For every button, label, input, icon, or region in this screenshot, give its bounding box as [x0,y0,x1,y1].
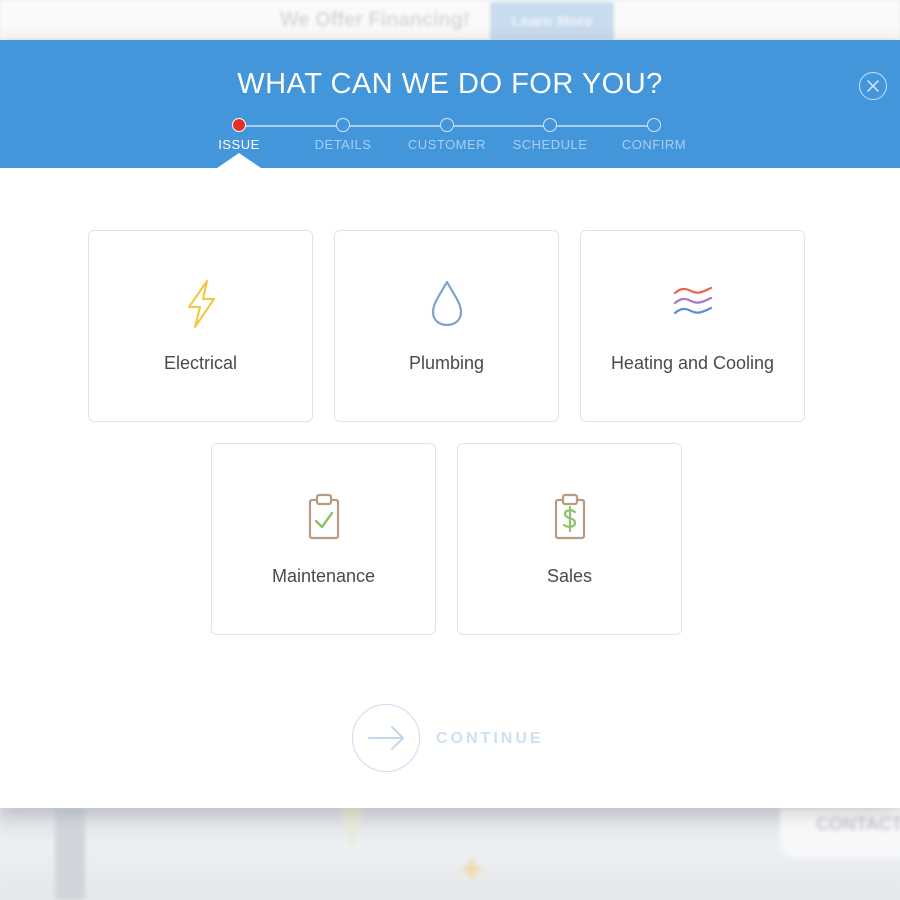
option-label: Plumbing [408,353,485,373]
step-dot [647,118,661,132]
option-label: Sales [546,566,593,586]
option-card-sales[interactable]: Sales [457,443,682,635]
option-card-heating-cooling[interactable]: Heating and Cooling [580,230,805,422]
active-step-pointer [217,153,261,168]
clipboard-dollar-icon [554,493,585,540]
background-header: We Offer Financing! Learn More [0,0,900,40]
continue-button[interactable]: CONTINUE [352,704,562,774]
step-dot-active [232,118,246,132]
option-card-plumbing[interactable]: Plumbing [334,230,559,422]
step-dot [543,118,557,132]
heat-waves-icon [673,286,712,315]
step-details[interactable]: DETAILS [283,118,403,152]
background-contact-button: CONTACT [780,808,900,858]
step-label: DETAILS [314,137,372,152]
step-label: ISSUE [218,137,260,152]
background-star-icon: ✦ [455,849,489,893]
background-shape [340,808,364,850]
option-label: Maintenance [271,566,376,586]
step-label: CUSTOMER [407,137,487,152]
financing-promo-text: We Offer Financing! [280,9,470,31]
step-confirm[interactable]: CONFIRM [594,118,714,152]
step-label: SCHEDULE [512,137,588,152]
step-issue[interactable]: ISSUE [179,118,299,152]
arrow-right-icon [368,726,404,750]
modal-header: WHAT CAN WE DO FOR YOU? ISSUE DETAILS CU… [0,40,900,168]
water-drop-icon [431,280,462,327]
option-card-electrical[interactable]: Electrical [88,230,313,422]
step-dot [336,118,350,132]
background-side-panel [55,808,85,900]
background-page-content: ✦ CONTACT [0,808,900,900]
step-label: CONFIRM [621,137,687,152]
option-label: Electrical [163,353,238,373]
step-customer[interactable]: CUSTOMER [387,118,507,152]
lightning-bolt-icon [187,279,215,329]
continue-label: CONTINUE [436,730,544,747]
step-schedule[interactable]: SCHEDULE [490,118,610,152]
option-card-maintenance[interactable]: Maintenance [211,443,436,635]
service-request-modal: WHAT CAN WE DO FOR YOU? ISSUE DETAILS CU… [0,40,900,808]
clipboard-check-icon [308,493,339,540]
option-label: Heating and Cooling [610,353,775,373]
learn-more-button: Learn More [490,2,614,40]
continue-circle [352,704,420,772]
step-dot [440,118,454,132]
progress-stepper: ISSUE DETAILS CUSTOMER SCHEDULE CONFIRM [0,40,900,168]
